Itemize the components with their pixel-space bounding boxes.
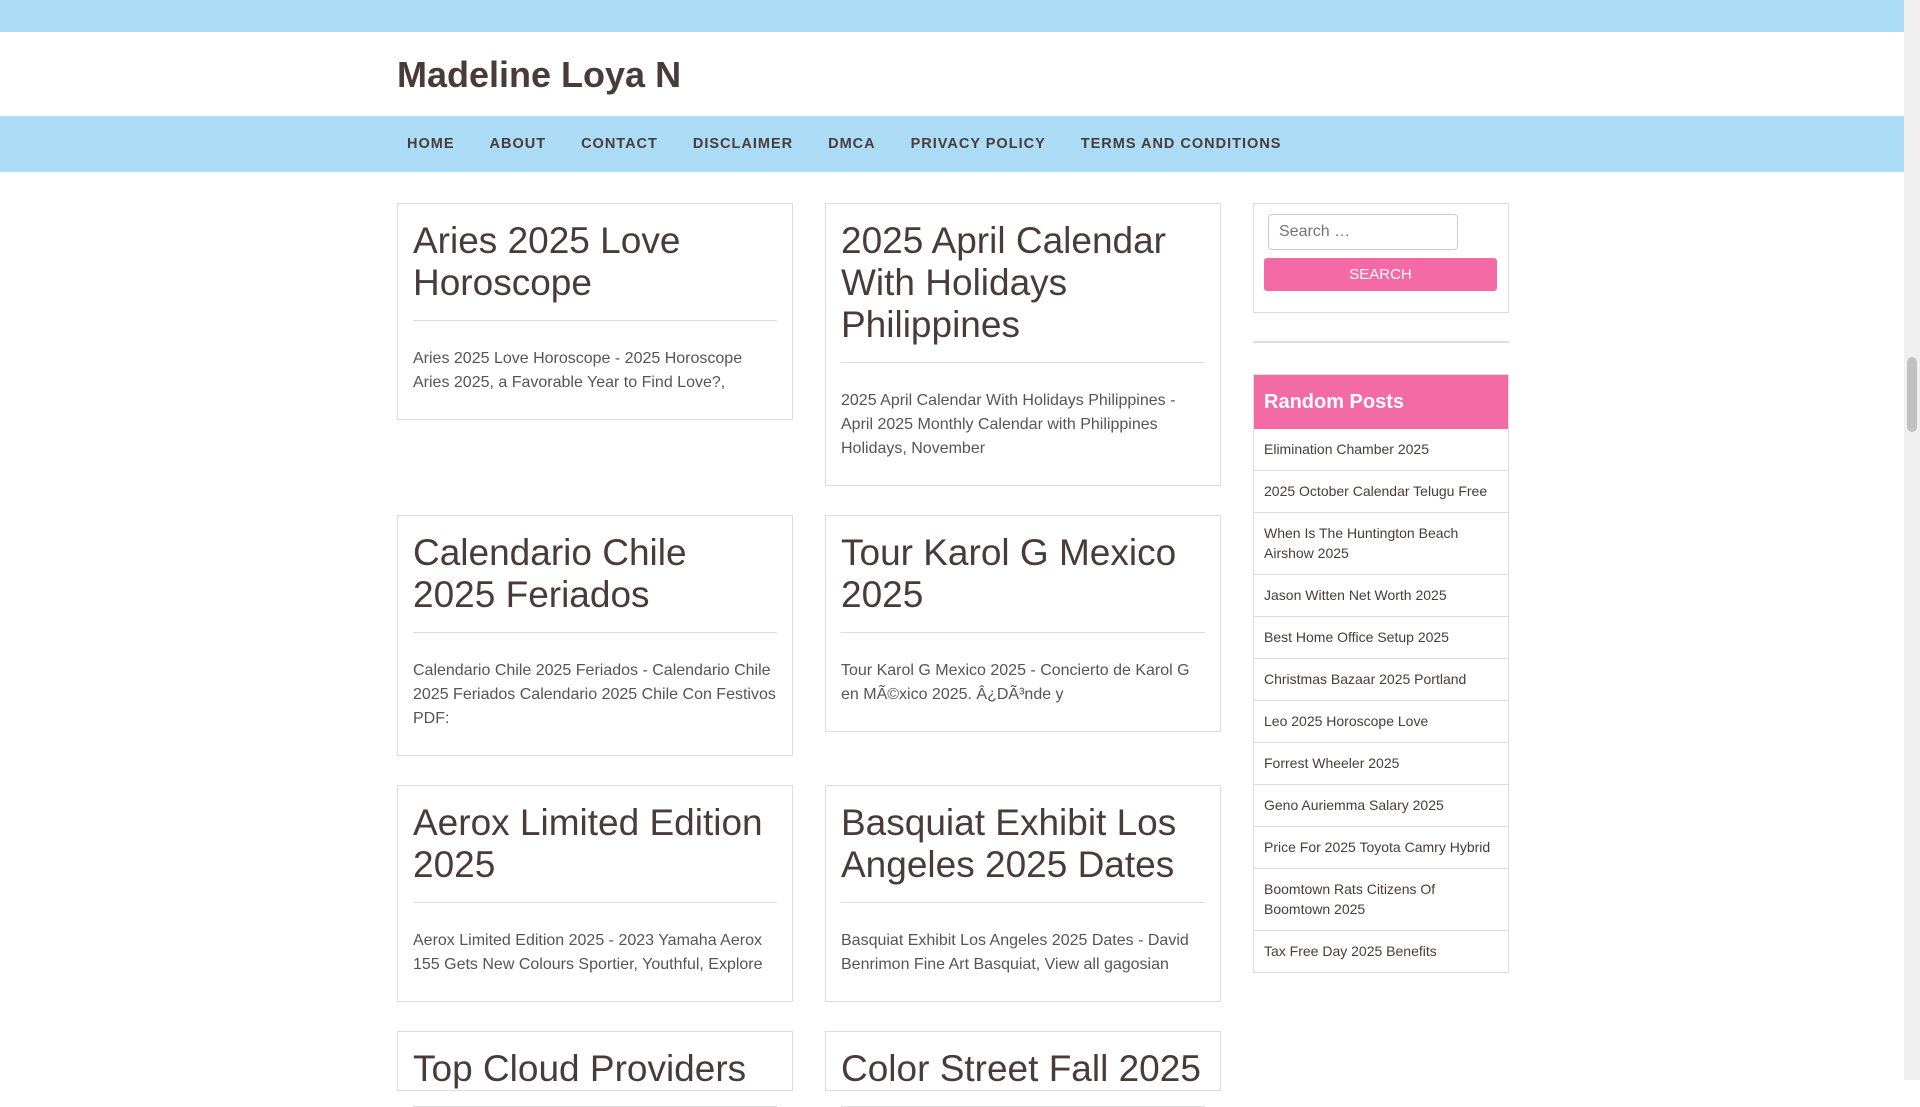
random-post-link[interactable]: Best Home Office Setup 2025 bbox=[1254, 616, 1508, 658]
random-post-link[interactable]: Tax Free Day 2025 Benefits bbox=[1254, 930, 1508, 972]
post-title[interactable]: Aries 2025 Love Horoscope bbox=[413, 204, 777, 321]
post-card: Basquiat Exhibit Los Angeles 2025 Dates … bbox=[825, 785, 1221, 1002]
post-excerpt: Tour Karol G Mexico 2025 - Concierto de … bbox=[841, 662, 1190, 703]
post-card: Tour Karol G Mexico 2025 Tour Karol G Me… bbox=[825, 515, 1221, 732]
post-card: Top Cloud Providers bbox=[397, 1031, 793, 1107]
site-header: Madeline Loya N bbox=[0, 32, 1904, 116]
post-card: Calendario Chile 2025 Feriados Calendari… bbox=[397, 515, 793, 756]
nav-item-terms[interactable]: TERMS AND CONDITIONS bbox=[1081, 136, 1282, 152]
random-post-link[interactable]: Geno Auriemma Salary 2025 bbox=[1254, 784, 1508, 826]
sidebar-divider bbox=[1253, 341, 1509, 343]
post-title[interactable]: Tour Karol G Mexico 2025 bbox=[841, 516, 1205, 633]
random-post-link[interactable]: Price For 2025 Toyota Camry Hybrid bbox=[1254, 826, 1508, 868]
random-post-link[interactable]: Forrest Wheeler 2025 bbox=[1254, 742, 1508, 784]
scrollbar-thumb[interactable] bbox=[1907, 357, 1917, 432]
post-title[interactable]: Basquiat Exhibit Los Angeles 2025 Dates bbox=[841, 786, 1205, 903]
site-title[interactable]: Madeline Loya N bbox=[397, 54, 681, 96]
random-post-link[interactable]: Jason Witten Net Worth 2025 bbox=[1254, 574, 1508, 616]
random-post-link[interactable]: When Is The Huntington Beach Airshow 202… bbox=[1254, 512, 1508, 574]
post-title[interactable]: Aerox Limited Edition 2025 bbox=[413, 786, 777, 903]
page-scrollbar[interactable] bbox=[1904, 0, 1920, 1080]
post-title[interactable]: Calendario Chile 2025 Feriados bbox=[413, 516, 777, 633]
post-card: Aerox Limited Edition 2025 Aerox Limited… bbox=[397, 785, 793, 1002]
random-posts-heading: Random Posts bbox=[1254, 375, 1508, 429]
post-card: 2025 April Calendar With Holidays Philip… bbox=[825, 203, 1221, 486]
post-excerpt: 2025 April Calendar With Holidays Philip… bbox=[841, 392, 1176, 457]
random-post-link[interactable]: Leo 2025 Horoscope Love bbox=[1254, 700, 1508, 742]
main-nav: HOME ABOUT CONTACT DISCLAIMER DMCA PRIVA… bbox=[0, 116, 1904, 172]
post-title[interactable]: Color Street Fall 2025 bbox=[841, 1032, 1205, 1107]
nav-item-privacy-policy[interactable]: PRIVACY POLICY bbox=[911, 136, 1046, 152]
search-input[interactable] bbox=[1268, 214, 1458, 250]
nav-item-dmca[interactable]: DMCA bbox=[828, 136, 876, 152]
random-posts-widget: Random Posts Elimination Chamber 2025 20… bbox=[1253, 374, 1509, 973]
random-post-link[interactable]: 2025 October Calendar Telugu Free bbox=[1254, 470, 1508, 512]
post-title[interactable]: Top Cloud Providers bbox=[413, 1032, 777, 1107]
post-excerpt: Aries 2025 Love Horoscope - 2025 Horosco… bbox=[413, 350, 743, 391]
nav-item-contact[interactable]: CONTACT bbox=[581, 136, 658, 152]
search-widget: SEARCH bbox=[1253, 203, 1509, 313]
search-button[interactable]: SEARCH bbox=[1264, 258, 1497, 291]
post-card: Aries 2025 Love Horoscope Aries 2025 Lov… bbox=[397, 203, 793, 420]
post-title[interactable]: 2025 April Calendar With Holidays Philip… bbox=[841, 204, 1205, 363]
post-card: Color Street Fall 2025 bbox=[825, 1031, 1221, 1107]
post-excerpt: Calendario Chile 2025 Feriados - Calenda… bbox=[413, 662, 776, 727]
post-excerpt: Aerox Limited Edition 2025 - 2023 Yamaha… bbox=[413, 932, 763, 973]
nav-item-home[interactable]: HOME bbox=[407, 136, 455, 152]
nav-item-disclaimer[interactable]: DISCLAIMER bbox=[693, 136, 793, 152]
post-excerpt: Basquiat Exhibit Los Angeles 2025 Dates … bbox=[841, 932, 1189, 973]
random-post-link[interactable]: Boomtown Rats Citizens Of Boomtown 2025 bbox=[1254, 868, 1508, 930]
nav-item-about[interactable]: ABOUT bbox=[490, 136, 547, 152]
random-post-link[interactable]: Elimination Chamber 2025 bbox=[1254, 429, 1508, 470]
top-bar bbox=[0, 0, 1904, 32]
random-post-link[interactable]: Christmas Bazaar 2025 Portland bbox=[1254, 658, 1508, 700]
